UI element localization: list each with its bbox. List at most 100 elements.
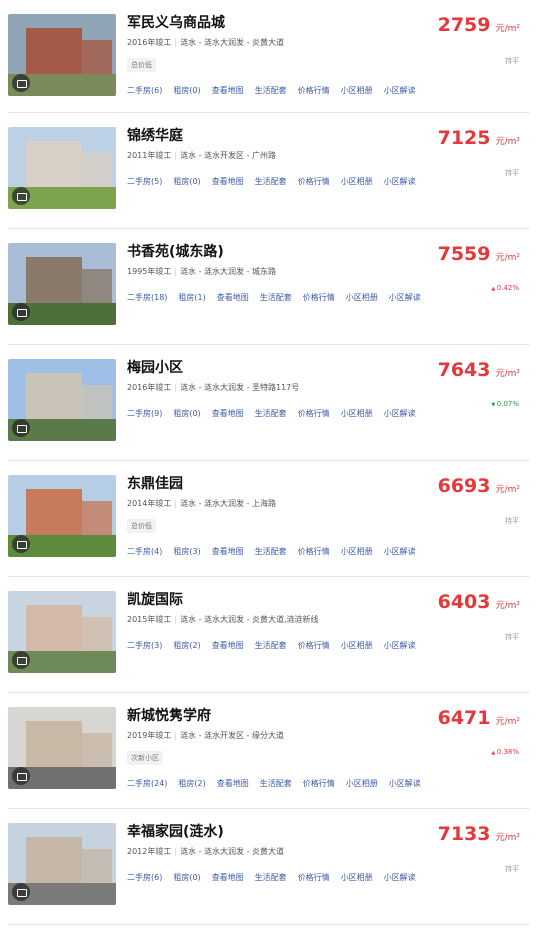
link-6[interactable]: 小区解读	[384, 86, 416, 95]
list-item[interactable]: 军民义乌商品城 2016年竣工 | 涟水 - 涟水大润发 - 炎黄大道 总价低 二手房(6…	[8, 0, 530, 113]
link-6[interactable]: 小区解读	[389, 779, 421, 788]
link-5[interactable]: 小区相册	[341, 641, 373, 650]
link-5[interactable]: 小区相册	[341, 86, 373, 95]
community-links: 二手房(3) 租房(2) 查看地图 生活配套 价格行情 小区相册 小区解读	[127, 640, 427, 651]
link-4[interactable]: 价格行情	[298, 177, 330, 186]
link-1[interactable]: 租房(0)	[173, 409, 200, 418]
link-4[interactable]: 价格行情	[298, 873, 330, 882]
community-name[interactable]: 新城悦隽学府	[127, 705, 211, 725]
price-unit: 元/m²	[495, 24, 520, 34]
link-0[interactable]: 二手房(6)	[127, 86, 162, 95]
price-change: 持平	[505, 56, 519, 66]
community-name[interactable]: 凯旋国际	[127, 589, 183, 609]
list-item[interactable]: 锦绣华庭 2011年竣工 | 涟水 - 涟水开发区 - 广州路 二手房(5) 租房(0) 查…	[8, 113, 530, 229]
community-photo[interactable]	[8, 591, 116, 673]
community-photo[interactable]	[8, 475, 116, 557]
price: 6471 元/m²	[438, 707, 520, 729]
change-value: 持平	[505, 169, 519, 177]
link-1[interactable]: 租房(0)	[173, 86, 200, 95]
list-item[interactable]: 书香苑(城东路) 1995年竣工 | 涟水 - 涟水大润发 - 城东路 二手房(18) 租…	[8, 229, 530, 345]
link-2[interactable]: 查看地图	[212, 547, 244, 556]
community-links: 二手房(6) 租房(0) 查看地图 生活配套 价格行情 小区相册 小区解读	[127, 872, 427, 883]
link-3[interactable]: 生活配套	[255, 177, 287, 186]
link-6[interactable]: 小区解读	[384, 547, 416, 556]
link-3[interactable]: 生活配套	[260, 293, 292, 302]
link-2[interactable]: 查看地图	[212, 873, 244, 882]
link-4[interactable]: 价格行情	[298, 641, 330, 650]
community-name[interactable]: 东鼎佳园	[127, 473, 183, 493]
build-year: 2016年竣工	[127, 38, 172, 47]
community-name[interactable]: 军民义乌商品城	[127, 12, 225, 32]
link-3[interactable]: 生活配套	[260, 779, 292, 788]
link-5[interactable]: 小区相册	[341, 409, 373, 418]
list-item[interactable]: 梅园小区 2016年竣工 | 涟水 - 涟水大润发 - 圣特路117号 二手房(9) 租房…	[8, 345, 530, 461]
link-2[interactable]: 查看地图	[212, 177, 244, 186]
link-0[interactable]: 二手房(18)	[127, 293, 167, 302]
link-5[interactable]: 小区相册	[346, 779, 378, 788]
location: 涟水 - 涟水大润发 - 炎黄大道	[180, 38, 285, 47]
community-photo[interactable]	[8, 243, 116, 325]
list-item[interactable]: 凯旋国际 2015年竣工 | 涟水 - 涟水大润发 - 炎黄大道,涟涟新线 二手房(3)…	[8, 577, 530, 693]
link-1[interactable]: 租房(2)	[173, 641, 200, 650]
link-4[interactable]: 价格行情	[303, 293, 335, 302]
camera-icon	[12, 419, 30, 437]
link-1[interactable]: 租房(0)	[173, 177, 200, 186]
link-2[interactable]: 查看地图	[212, 86, 244, 95]
community-photo[interactable]	[8, 707, 116, 789]
link-0[interactable]: 二手房(3)	[127, 641, 162, 650]
link-0[interactable]: 二手房(24)	[127, 779, 167, 788]
link-3[interactable]: 生活配套	[255, 547, 287, 556]
link-0[interactable]: 二手房(6)	[127, 873, 162, 882]
link-0[interactable]: 二手房(9)	[127, 409, 162, 418]
link-4[interactable]: 价格行情	[298, 547, 330, 556]
link-0[interactable]: 二手房(5)	[127, 177, 162, 186]
list-item[interactable]: 新城悦隽学府 2019年竣工 | 涟水 - 涟水开发区 - 缘分大道 次新小区 二手房(2…	[8, 693, 530, 809]
community-name[interactable]: 书香苑(城东路)	[127, 241, 224, 261]
link-2[interactable]: 查看地图	[212, 409, 244, 418]
community-links: 二手房(5) 租房(0) 查看地图 生活配套 价格行情 小区相册 小区解读	[127, 176, 427, 187]
link-1[interactable]: 租房(2)	[178, 779, 205, 788]
community-photo[interactable]	[8, 127, 116, 209]
community-name[interactable]: 梅园小区	[127, 357, 183, 377]
list-item[interactable]: 幸福家园(涟水) 2012年竣工 | 涟水 - 涟水大润发 - 炎黄大道 二手房(6) 租…	[8, 809, 530, 925]
link-2[interactable]: 查看地图	[217, 779, 249, 788]
link-6[interactable]: 小区解读	[389, 293, 421, 302]
link-3[interactable]: 生活配套	[255, 409, 287, 418]
price: 6403 元/m²	[438, 591, 520, 613]
community-photo[interactable]	[8, 14, 116, 96]
link-6[interactable]: 小区解读	[384, 409, 416, 418]
list-item[interactable]: 东鼎佳园 2014年竣工 | 涟水 - 涟水大润发 - 上海路 总价低 二手房(4) 租房(…	[8, 461, 530, 577]
link-1[interactable]: 租房(0)	[173, 873, 200, 882]
link-3[interactable]: 生活配套	[255, 641, 287, 650]
price-value: 7125	[437, 127, 491, 149]
link-6[interactable]: 小区解读	[384, 873, 416, 882]
link-4[interactable]: 价格行情	[298, 86, 330, 95]
link-6[interactable]: 小区解读	[384, 641, 416, 650]
link-4[interactable]: 价格行情	[298, 409, 330, 418]
link-3[interactable]: 生活配套	[255, 873, 287, 882]
link-6[interactable]: 小区解读	[384, 177, 416, 186]
link-4[interactable]: 价格行情	[303, 779, 335, 788]
link-2[interactable]: 查看地图	[217, 293, 249, 302]
price-unit: 元/m²	[495, 253, 520, 263]
change-value: 持平	[505, 865, 519, 873]
link-5[interactable]: 小区相册	[341, 177, 373, 186]
camera-icon	[12, 767, 30, 785]
community-photo[interactable]	[8, 823, 116, 905]
link-2[interactable]: 查看地图	[212, 641, 244, 650]
price-change: 持平	[505, 168, 519, 178]
link-5[interactable]: 小区相册	[341, 547, 373, 556]
community-name[interactable]: 锦绣华庭	[127, 125, 183, 145]
community-meta: 2014年竣工 | 涟水 - 涟水大润发 - 上海路	[127, 499, 277, 508]
community-links: 二手房(24) 租房(2) 查看地图 生活配套 价格行情 小区相册 小区解读	[127, 778, 432, 789]
community-photo[interactable]	[8, 359, 116, 441]
link-3[interactable]: 生活配套	[255, 86, 287, 95]
community-name[interactable]: 幸福家园(涟水)	[127, 821, 224, 841]
price-unit: 元/m²	[495, 601, 520, 611]
link-5[interactable]: 小区相册	[341, 873, 373, 882]
community-meta: 2015年竣工 | 涟水 - 涟水大润发 - 炎黄大道,涟涟新线	[127, 615, 319, 624]
link-5[interactable]: 小区相册	[346, 293, 378, 302]
link-1[interactable]: 租房(1)	[178, 293, 205, 302]
link-1[interactable]: 租房(3)	[173, 547, 200, 556]
link-0[interactable]: 二手房(4)	[127, 547, 162, 556]
